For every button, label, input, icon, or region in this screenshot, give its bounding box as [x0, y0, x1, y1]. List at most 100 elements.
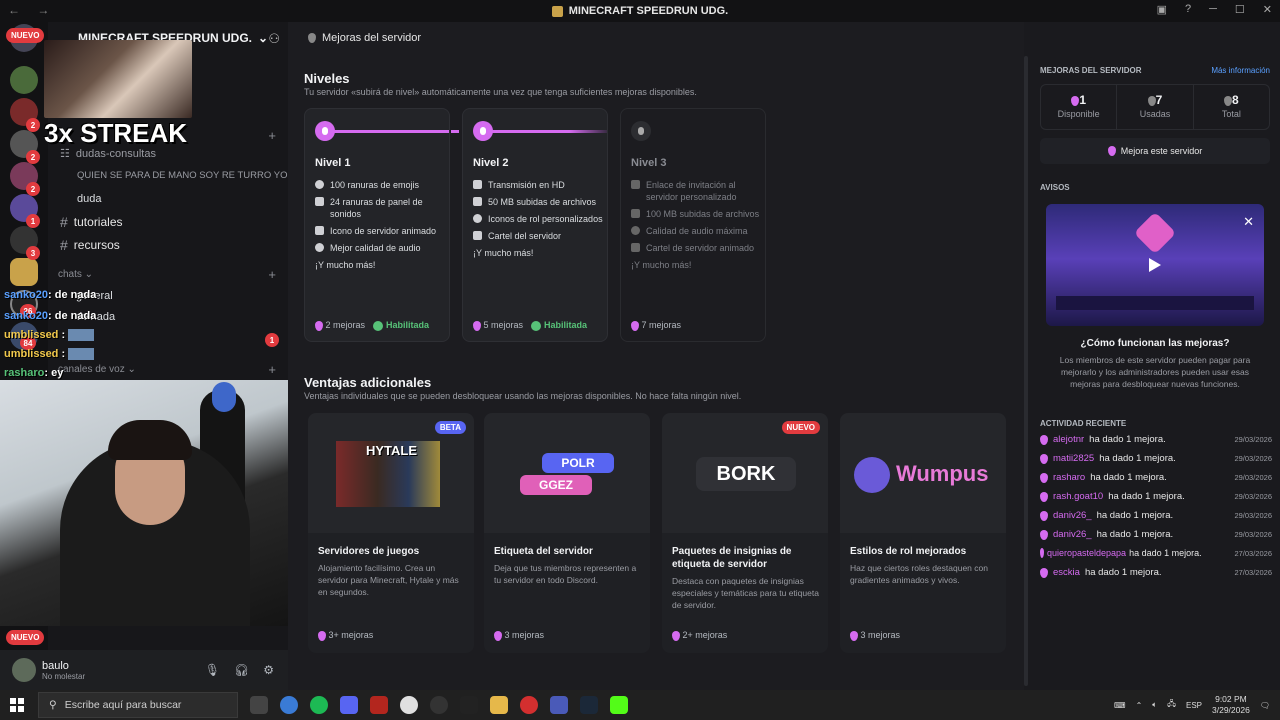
copilot-icon[interactable] — [280, 696, 298, 714]
gear-icon[interactable]: ⚙ — [263, 663, 274, 677]
close-icon[interactable]: ✕ — [1243, 214, 1254, 230]
chevron-up-icon[interactable]: ⌃ — [1136, 701, 1143, 710]
category-chats[interactable]: chats ⌄ — [58, 269, 93, 280]
check-icon — [531, 321, 542, 331]
boost-gem-icon — [1040, 434, 1048, 445]
spotify-icon[interactable] — [310, 696, 328, 714]
chat-msg: : de nada — [48, 289, 97, 301]
folder-icon[interactable] — [490, 696, 508, 714]
emote-icon — [68, 348, 95, 361]
perk-label: 100 ranuras de emojis — [330, 180, 420, 190]
avatar[interactable] — [12, 658, 36, 682]
volume-icon[interactable]: 🔈︎ — [1152, 700, 1157, 710]
boost-server-button[interactable]: Mejora este servidor — [1040, 138, 1270, 164]
howto-video[interactable]: ✕ — [1046, 204, 1264, 326]
channel-tutoriales[interactable]: # tutoriales — [60, 214, 123, 230]
play-icon[interactable] — [1149, 258, 1161, 272]
invite-icon[interactable]: ⚇ — [268, 31, 280, 47]
notifications-icon[interactable]: 🗨 — [1260, 701, 1270, 710]
more-info-link[interactable]: Más información — [1211, 66, 1270, 75]
activity-date: 29/03/2026 — [1234, 511, 1272, 520]
thread-label: QUIEN SE PARA DE MANO SOY RE TURRO YO — [77, 170, 288, 181]
boosts-required: 5 mejoras — [483, 320, 524, 331]
thread-quien-se-para[interactable]: QUIEN SE PARA DE MANO SOY RE TURRO YO — [77, 170, 287, 181]
activity-user[interactable]: quieropasteldepapa — [1047, 548, 1126, 558]
windows-taskbar: ⚲ Escribe aquí para buscar ⌨ ⌃ 🔈︎ 🖧 ESP 9… — [0, 690, 1280, 720]
activity-user[interactable]: rash.goat10 — [1053, 491, 1103, 502]
activity-user[interactable]: alejotnr — [1053, 434, 1084, 445]
close-button[interactable]: ✕ — [1263, 3, 1272, 16]
kick-icon[interactable] — [610, 696, 628, 714]
minimize-button[interactable]: ─ — [1209, 3, 1217, 16]
levels-subtitle: Tu servidor «subirá de nivel» automática… — [304, 87, 697, 97]
page-header: Mejoras del servidor — [308, 32, 421, 44]
channel-recursos[interactable]: # recursos — [60, 237, 120, 253]
scrollbar[interactable] — [1024, 56, 1028, 686]
maximize-button[interactable]: ☐ — [1235, 3, 1245, 16]
back-arrow-icon[interactable]: ← — [8, 3, 20, 17]
more-perks: ¡Y mucho más! — [631, 260, 692, 270]
headphones-icon[interactable]: 🎧︎ — [234, 663, 249, 677]
boost-gem-icon — [315, 321, 323, 331]
help-icon[interactable]: ? — [1185, 3, 1191, 16]
activity-user[interactable]: matii2825 — [1053, 453, 1094, 464]
chrome-icon[interactable] — [400, 696, 418, 714]
app-icon[interactable] — [550, 696, 568, 714]
level-status: Habilitada — [544, 320, 588, 331]
activity-text: ha dado 1 mejora. — [1108, 491, 1185, 502]
perk-card-server-tag[interactable]: POLR GGEZ Etiqueta del servidor Deja que… — [484, 413, 650, 653]
level-footer: 2 mejoras Habilitada — [315, 320, 429, 331]
steam-icon[interactable] — [580, 696, 598, 714]
perk-card-role-styles[interactable]: Wumpus Estilos de rol mejorados Haz que … — [840, 413, 1006, 653]
inbox-icon[interactable]: ▣ — [1157, 3, 1167, 16]
obs-icon[interactable] — [430, 696, 448, 714]
hash-icon: # — [60, 214, 68, 230]
chat-msg: : ey — [44, 367, 64, 379]
server-avatar[interactable] — [10, 66, 38, 94]
activity-user[interactable]: esckia — [1053, 567, 1080, 578]
level-gem-icon — [315, 121, 335, 141]
add-channel-icon[interactable]: + — [268, 362, 276, 377]
language-indicator[interactable]: ESP — [1186, 701, 1202, 710]
user-info[interactable]: baulo No molestar — [42, 660, 85, 681]
taskbar-search[interactable]: ⚲ Escribe aquí para buscar — [38, 692, 238, 718]
task-view-icon[interactable] — [250, 696, 268, 714]
level-status: Habilitada — [386, 320, 430, 331]
clock-time: 9:02 PM — [1215, 694, 1247, 704]
start-icon[interactable] — [10, 698, 24, 712]
perk-art: Wumpus — [840, 413, 1006, 533]
activity-user[interactable]: daniv26_ — [1053, 510, 1092, 521]
add-channel-icon[interactable]: + — [268, 128, 276, 143]
activity-user[interactable]: rasharo — [1053, 472, 1085, 483]
gif-icon — [315, 226, 324, 235]
boost-button-label: Mejora este servidor — [1120, 146, 1203, 156]
perk-item: 50 MB subidas de archivos — [473, 196, 603, 208]
perk-card-game-servers[interactable]: HYTALE BETA Servidores de juegos Alojami… — [308, 413, 474, 653]
history-nav: ← → — [8, 3, 63, 17]
thread-label: duda — [77, 193, 102, 205]
thread-duda[interactable]: duda — [77, 193, 101, 205]
opera-icon[interactable] — [520, 696, 538, 714]
forward-arrow-icon[interactable]: → — [37, 3, 49, 17]
discord-icon[interactable] — [340, 696, 358, 714]
boost-gem-icon — [1040, 548, 1044, 558]
perk-label: Icono de servidor animado — [330, 226, 437, 236]
network-icon[interactable]: 🖧 — [1167, 698, 1176, 712]
microphone-icon[interactable]: 🎙︎ — [205, 663, 220, 677]
user-controls: 🎙︎ 🎧︎ ⚙ — [205, 663, 274, 677]
app-icon[interactable] — [370, 696, 388, 714]
server-avatar-active[interactable] — [10, 258, 38, 286]
category-voice[interactable]: canales de voz ⌄ — [58, 364, 136, 375]
add-channel-icon[interactable]: + — [268, 267, 276, 282]
activity-item: daniv26_ ha dado 1 mejora. 29/03/2026 — [1040, 529, 1272, 540]
keyboard-icon[interactable]: ⌨ — [1114, 701, 1126, 710]
activity-user[interactable]: daniv26_ — [1053, 529, 1092, 540]
level-name: Nivel 1 — [315, 157, 351, 169]
clock-date: 3/29/2026 — [1212, 705, 1250, 715]
perk-label: Mejor calidad de audio — [330, 243, 421, 253]
app-icon[interactable] — [460, 696, 478, 714]
perk-card-badge-packs[interactable]: BORK NUEVO Paquetes de insignias de etiq… — [662, 413, 828, 653]
clock[interactable]: 9:02 PM 3/29/2026 — [1212, 694, 1250, 716]
perk-desc: Haz que ciertos roles destaquen con grad… — [850, 563, 988, 585]
activity-item: rash.goat10 ha dado 1 mejora. 29/03/2026 — [1040, 491, 1272, 502]
